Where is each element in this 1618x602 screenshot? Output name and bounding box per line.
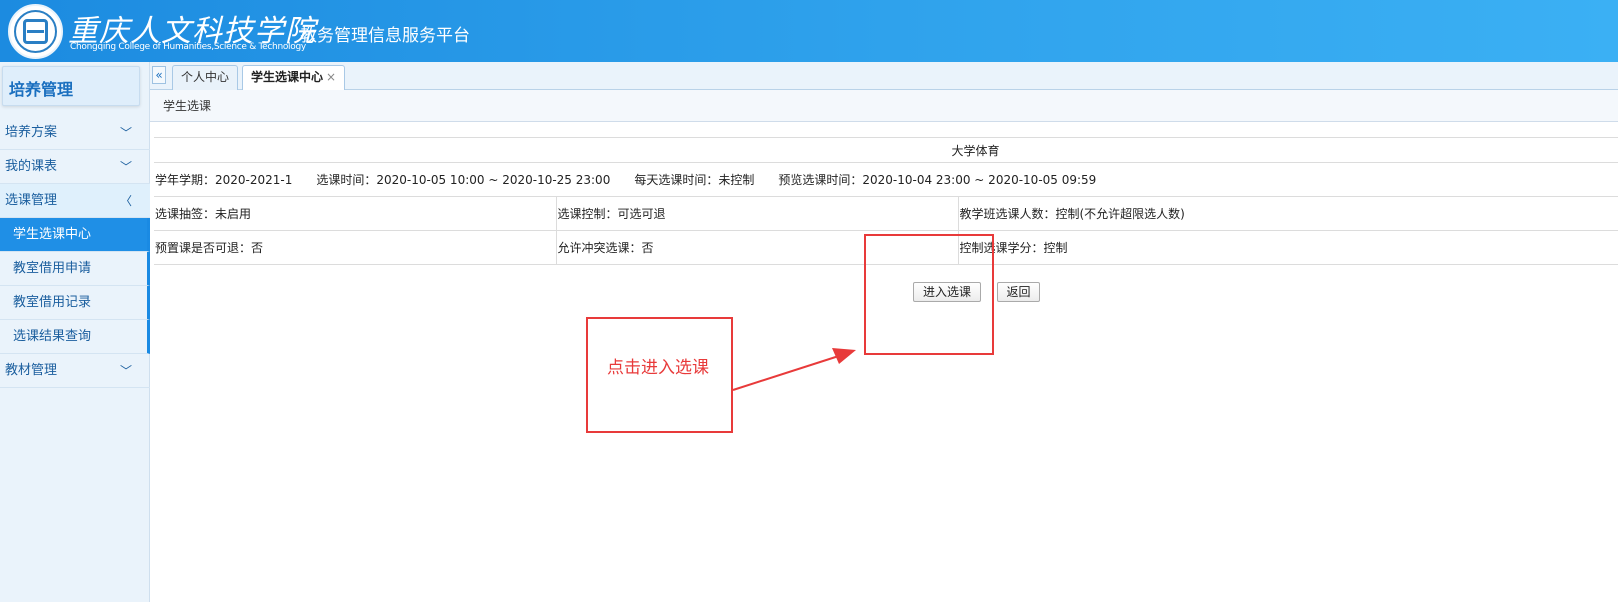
chevron-down-icon: ﹀ <box>119 364 132 378</box>
preview-time-text: 预览选课时间：2020-10-04 23:00 ~ 2020-10-05 09:… <box>778 173 1097 187</box>
sidebar-item-course-selection[interactable]: 选课管理 〈 <box>0 184 150 218</box>
sidebar-item-training-plan[interactable]: 培养方案 ﹀ <box>0 116 150 150</box>
collapse-sidebar-icon[interactable]: « <box>152 66 166 84</box>
preset-drop-cell: 预置课是否可退：否 <box>154 230 556 265</box>
select-time-text: 选课时间：2020-10-05 10:00 ~ 2020-10-25 23:00 <box>316 173 611 187</box>
lottery-cell: 选课抽签：未启用 <box>154 196 556 231</box>
sidebar-subitem-classroom-record[interactable]: 教室借用记录 <box>0 286 150 320</box>
platform-title: 教务管理信息服务平台 <box>300 26 470 46</box>
sidebar-menu: 培养方案 ﹀ 我的课表 ﹀ 选课管理 〈 学生选课中心 教室借用申请 教室借用记… <box>0 116 150 388</box>
school-name-en: Chongqing College of Humanities,Science … <box>70 42 306 52</box>
tab-personal-center[interactable]: 个人中心 <box>172 65 239 90</box>
close-icon[interactable]: × <box>326 70 336 84</box>
sidebar-subitem-classroom-request[interactable]: 教室借用申请 <box>0 252 150 286</box>
tab-label: 个人中心 <box>181 70 230 84</box>
sidebar-item-textbook[interactable]: 教材管理 ﹀ <box>0 354 150 388</box>
course-title: 大学体育 <box>154 137 1618 163</box>
annotation-text: 点击进入选课 <box>607 358 709 378</box>
back-button[interactable]: 返回 <box>997 282 1040 302</box>
sidebar-subitem-selection-center[interactable]: 学生选课中心 <box>0 218 150 252</box>
chevron-left-icon: 〈 <box>119 194 132 208</box>
class-count-cell: 教学班选课人数：控制(不允许超限选人数) <box>957 196 1618 231</box>
tab-selection-center[interactable]: 学生选课中心 × <box>242 65 346 91</box>
annotation-highlight-box <box>864 234 994 355</box>
sidebar-title: 培养管理 <box>2 66 140 106</box>
sidebar-item-label: 选课管理 <box>5 193 58 208</box>
top-header: 重庆人文科技学院 Chongqing College of Humanities… <box>0 0 1618 62</box>
time-info-row: 学年学期：2020-2021-1 选课时间：2020-10-05 10:00 ~ … <box>154 162 1618 197</box>
sidebar-subitem-result-query[interactable]: 选课结果查询 <box>0 320 150 354</box>
term-text: 学年学期：2020-2021-1 <box>155 173 293 187</box>
school-logo <box>8 4 63 59</box>
sidebar: 培养管理 培养方案 ﹀ 我的课表 ﹀ 选课管理 〈 学生选课中心 教室借用申请 … <box>0 62 150 602</box>
chevron-down-icon: ﹀ <box>119 126 132 140</box>
chevron-down-icon: ﹀ <box>119 160 132 174</box>
tab-bar: « 个人中心 学生选课中心 × <box>150 62 1618 91</box>
daily-time-text: 每天选课时间：未控制 <box>634 173 755 187</box>
sidebar-item-label: 教材管理 <box>5 363 58 378</box>
sidebar-item-label: 我的课表 <box>5 159 58 174</box>
credit-control-cell: 控制选课学分：控制 <box>957 230 1618 265</box>
sidebar-item-my-schedule[interactable]: 我的课表 ﹀ <box>0 150 150 184</box>
breadcrumb: 学生选课 <box>150 90 1618 122</box>
tab-label: 学生选课中心 <box>251 70 324 84</box>
sidebar-item-label: 培养方案 <box>5 125 58 140</box>
control-cell: 选课控制：可选可退 <box>555 196 958 231</box>
